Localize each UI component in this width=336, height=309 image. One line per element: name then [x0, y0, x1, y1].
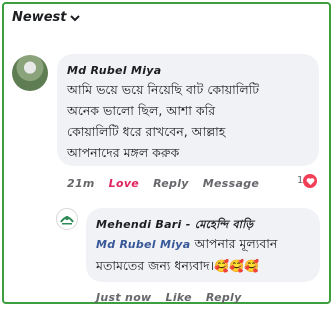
- comment-author[interactable]: Md Rubel Miya: [67, 64, 162, 77]
- mention-link[interactable]: Md Rubel Miya: [96, 238, 191, 251]
- comment-text-line: আমি ভয়ে ভয়ে নিয়েছি বাট কোয়ালিটি: [67, 82, 260, 97]
- reply-text-line: আপনার মূল্যবান: [190, 236, 278, 251]
- chevron-down-icon: [70, 14, 81, 21]
- comment-actions: 21m Love Reply Message: [67, 177, 259, 190]
- love-button[interactable]: Love: [109, 177, 139, 190]
- comment-text-line: কোয়ালিটি ধরে রাখবেন, আল্লাহ: [67, 124, 226, 139]
- comment-text-line: আপনাদের মঙ্গল করুক: [67, 145, 180, 160]
- emoji-group: 🥰🥰🥰: [214, 259, 259, 273]
- sort-label: Newest: [12, 10, 67, 25]
- sort-dropdown[interactable]: Newest: [12, 10, 81, 25]
- logo-icon: [60, 216, 74, 225]
- reply-button[interactable]: Reply: [153, 177, 189, 190]
- heart-icon[interactable]: [303, 174, 317, 188]
- reply-text: Md Rubel Miya আপনার মূল্যবান মতামতের জন্…: [96, 233, 277, 277]
- comment-text-line: অনেক ভালো ছিল, আশা করি: [67, 103, 216, 118]
- reply-actions: Just now Like Reply: [96, 291, 242, 304]
- avatar[interactable]: [12, 55, 48, 91]
- reply-button[interactable]: Reply: [206, 291, 242, 304]
- reply-time[interactable]: Just now: [96, 291, 152, 304]
- comment-text: আমি ভয়ে ভয়ে নিয়েছি বাট কোয়ালিটি অনেক…: [67, 79, 259, 163]
- like-button[interactable]: Like: [166, 291, 192, 304]
- reply-text-line: মতামতের জন্য ধন্যবাদ।: [96, 258, 215, 273]
- comment-time[interactable]: 21m: [67, 177, 95, 190]
- message-button[interactable]: Message: [203, 177, 259, 190]
- page-avatar[interactable]: [56, 208, 78, 230]
